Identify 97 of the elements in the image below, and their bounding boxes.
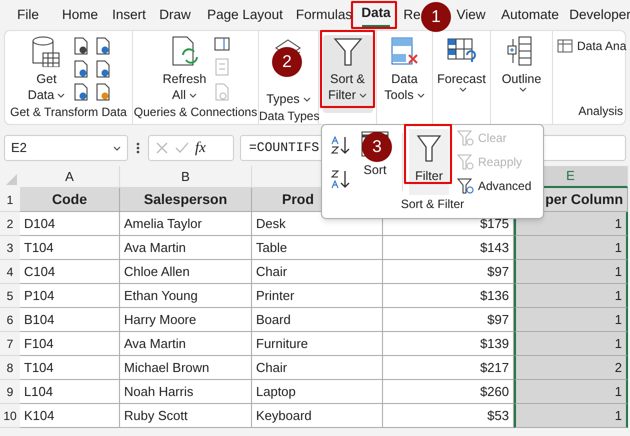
table-cell: T104 <box>20 356 120 380</box>
table-cell: D104 <box>20 212 120 236</box>
chevron-down-icon <box>358 92 367 98</box>
table-cell: P104 <box>20 284 120 308</box>
table-cell: K104 <box>20 404 120 428</box>
table-cell: Harry Moore <box>120 308 252 332</box>
table-cell: Chair <box>252 260 383 284</box>
chevron-down-icon <box>302 96 311 102</box>
table-cell: Printer <box>252 284 383 308</box>
chevron-down-icon <box>113 146 121 150</box>
link-doc-icon <box>214 83 230 101</box>
table-cell: T104 <box>20 236 120 260</box>
table-cell: Ethan Young <box>120 284 252 308</box>
properties-pane-icon <box>214 37 230 51</box>
table-cell: Ava Martin <box>120 332 252 356</box>
table-cell: Ava Martin <box>120 236 252 260</box>
table-cell: 1 <box>514 308 628 332</box>
chevron-down-icon <box>57 92 66 98</box>
table-cell: 1 <box>514 380 628 404</box>
group-label: Queries & Connections <box>133 104 258 121</box>
group-label: Get & Transform Data <box>9 104 128 121</box>
table-cell: 1 <box>514 212 628 236</box>
table-cell: 1 <box>514 260 628 284</box>
chevron-down-icon <box>188 92 197 98</box>
ribbon-tab[interactable]: Insert <box>112 0 146 30</box>
sort-az-icon <box>330 135 352 155</box>
group-label: Sort & Filter <box>400 196 466 213</box>
table-cell: F104 <box>20 332 120 356</box>
table-cell: Amelia Taylor <box>120 212 252 236</box>
data-analysis-button[interactable]: Data Ana <box>557 37 626 55</box>
chevron-down-icon <box>416 92 425 98</box>
ribbon-button[interactable]: Outline <box>500 35 544 92</box>
table-cell: Keyboard <box>252 404 383 428</box>
ribbon-tab[interactable]: Re <box>404 0 420 30</box>
table-cell: 2 <box>514 356 628 380</box>
table-cell: 1 <box>514 236 628 260</box>
chevron-down-icon <box>458 87 467 92</box>
database-table-icon <box>30 35 62 67</box>
insert-function-button[interactable]: fx <box>195 136 206 160</box>
ribbon-tab[interactable]: Draw <box>159 0 191 30</box>
table-cell: 1 <box>514 332 628 356</box>
table-cell: $97 <box>383 260 514 284</box>
ribbon-tab[interactable]: Formulas <box>292 0 356 30</box>
table-cell: Furniture <box>252 332 383 356</box>
ribbon-button[interactable]: Forecast <box>435 35 488 92</box>
ribbon-button[interactable]: Data Tools <box>382 35 427 103</box>
table-cell: $260 <box>383 380 514 404</box>
table-cell: Chair <box>252 356 383 380</box>
funnel-icon <box>457 153 475 171</box>
table-cell: Salesperson <box>120 188 252 212</box>
ribbon-tab[interactable]: Data <box>356 0 396 30</box>
table-cell: B104 <box>20 308 120 332</box>
table-cell: $136 <box>383 284 514 308</box>
check-icon <box>175 141 189 155</box>
group-label: Data Types <box>259 108 318 125</box>
funnel-icon <box>457 177 475 195</box>
ribbon-tab[interactable]: Home <box>61 0 99 30</box>
step-badge: 1 <box>421 2 451 32</box>
sort-descending-button[interactable] <box>330 169 352 189</box>
highlight-frame <box>404 124 452 184</box>
sort-ascending-button[interactable] <box>330 135 352 155</box>
funnel-icon <box>457 129 475 147</box>
filter-button[interactable]: Filter <box>409 129 449 195</box>
ribbon-tab[interactable]: File <box>17 0 39 30</box>
table-cell: L104 <box>20 380 120 404</box>
table-cell: Chloe Allen <box>120 260 252 284</box>
group-label: Analysis <box>577 103 624 120</box>
chevron-down-icon <box>518 87 527 92</box>
table-cell: $53 <box>383 404 514 428</box>
table-cell: Noah Harris <box>120 380 252 404</box>
table-cell: Ruby Scott <box>120 404 252 428</box>
table-cell: Table <box>252 236 383 260</box>
ribbon-tab[interactable]: Page Layout <box>205 0 285 30</box>
table-cell: $143 <box>383 236 514 260</box>
sort-za-icon <box>330 169 352 189</box>
list-icon <box>214 58 230 76</box>
table-cross-icon <box>388 35 420 67</box>
select-all-icon <box>6 174 17 185</box>
table-cell: 1 <box>514 404 628 428</box>
table-cell: Code <box>20 188 120 212</box>
table-cell: C104 <box>20 260 120 284</box>
ribbon-button[interactable]: Sort & Filter <box>322 35 372 113</box>
ribbon-button[interactable]: Refresh All <box>160 35 208 103</box>
table-cell: Laptop <box>252 380 383 404</box>
ribbon-button[interactable]: Get Data <box>26 35 68 103</box>
table-cell: 1 <box>514 284 628 308</box>
table-cell: $217 <box>383 356 514 380</box>
ribbon-tab[interactable]: View <box>456 0 486 30</box>
funnel-icon <box>416 133 442 163</box>
more-options-icon <box>136 141 140 155</box>
table-cell: $139 <box>383 332 514 356</box>
table-cell: $97 <box>383 308 514 332</box>
name-box[interactable]: E2 <box>4 135 128 161</box>
close-icon <box>155 141 169 155</box>
ribbon-tab[interactable]: Automate <box>500 0 560 30</box>
table-cell: Michael Brown <box>120 356 252 380</box>
table-cell: Board <box>252 308 383 332</box>
